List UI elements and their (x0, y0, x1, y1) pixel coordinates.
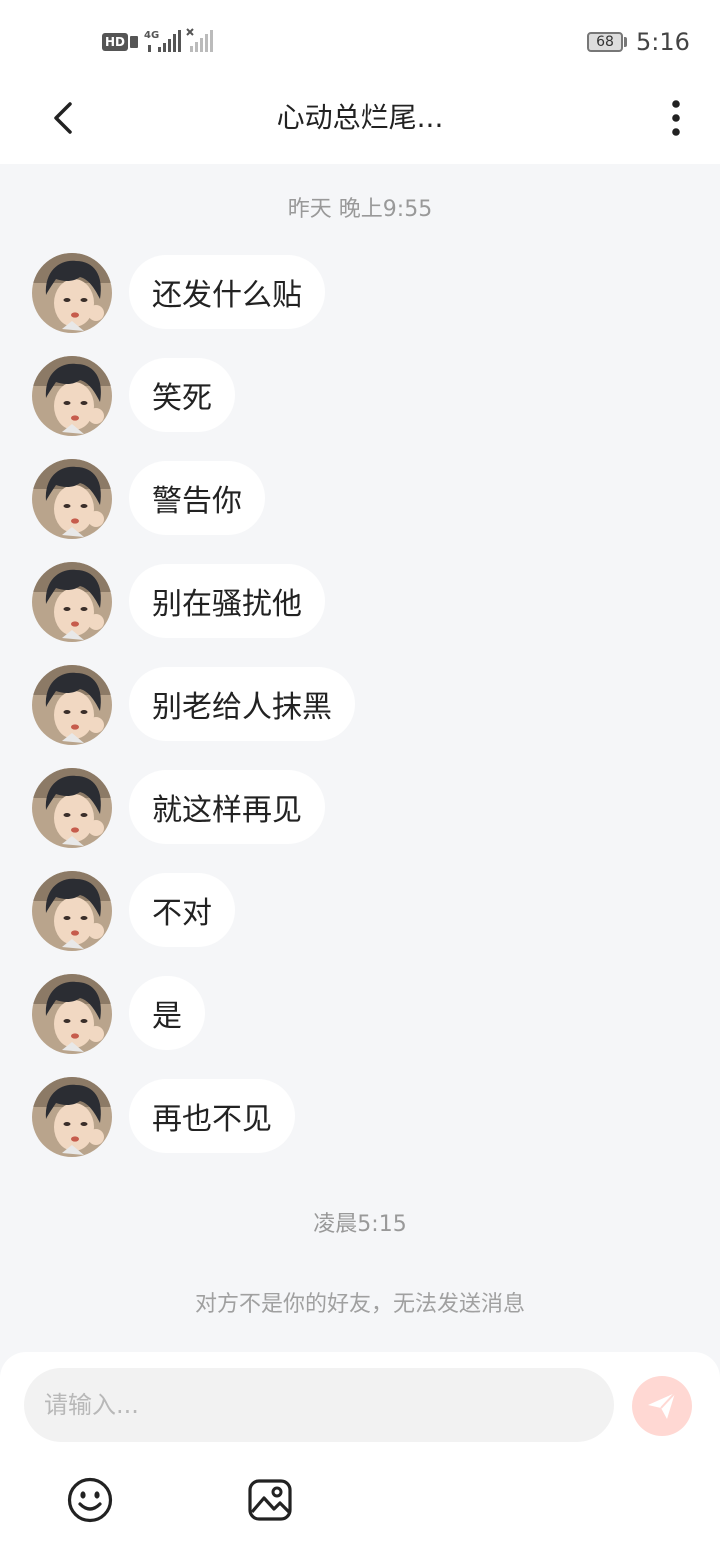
message-bubble[interactable]: 就这样再见 (129, 770, 325, 844)
avatar[interactable] (32, 768, 112, 848)
message-timestamp: 昨天 晚上9:55 (287, 197, 433, 222)
message-text: 别老给人抹黑 (152, 690, 332, 725)
avatar[interactable] (32, 871, 112, 951)
battery-tip (624, 37, 627, 47)
message-bubble[interactable]: 还发什么贴 (129, 255, 325, 329)
emoji-icon[interactable] (66, 1476, 114, 1524)
message-bubble[interactable]: 不对 (129, 873, 235, 947)
avatar-image (32, 459, 112, 539)
message-text: 别在骚扰他 (152, 587, 302, 622)
cellular-signal-icon: 4G (144, 30, 181, 52)
message-input[interactable] (24, 1368, 614, 1442)
sim-icon (130, 36, 139, 48)
avatar[interactable] (32, 665, 112, 745)
avatar-image (32, 871, 112, 951)
avatar-image (32, 356, 112, 436)
input-panel (0, 1352, 720, 1560)
avatar[interactable] (32, 253, 112, 333)
system-notice: 对方不是你的好友，无法发送消息 (194, 1292, 525, 1317)
status-bar: HD 4G 68 5:16 (0, 0, 720, 84)
no-signal-icon (186, 28, 213, 52)
battery-icon: 68 (587, 32, 623, 52)
message-bubble[interactable]: 笑死 (129, 358, 235, 432)
message-text: 是 (152, 999, 182, 1034)
avatar[interactable] (32, 562, 112, 642)
message-bubble[interactable]: 是 (129, 976, 205, 1050)
message-bubble[interactable]: 警告你 (129, 461, 265, 535)
message-text: 警告你 (152, 484, 242, 519)
message-timestamp: 凌晨5:15 (313, 1212, 407, 1237)
avatar-image (32, 974, 112, 1054)
message-text: 再也不见 (152, 1102, 272, 1137)
send-icon (648, 1392, 676, 1419)
message-text: 就这样再见 (152, 793, 302, 828)
message-text: 不对 (152, 896, 212, 931)
message-bubble[interactable]: 别老给人抹黑 (129, 667, 355, 741)
avatar[interactable] (32, 974, 112, 1054)
avatar-image (32, 665, 112, 745)
page-title: 心动总烂尾... (276, 101, 444, 134)
avatar-image (32, 562, 112, 642)
avatar[interactable] (32, 459, 112, 539)
more-vertical-icon[interactable] (660, 96, 692, 140)
avatar-image (32, 768, 112, 848)
avatar[interactable] (32, 356, 112, 436)
hd-label: HD (102, 33, 129, 51)
status-time: 5:16 (636, 28, 690, 56)
hd-voice-icon: HD (102, 33, 139, 51)
battery-level: 68 (596, 34, 614, 50)
message-bubble[interactable]: 再也不见 (129, 1079, 295, 1153)
message-text: 还发什么贴 (152, 278, 302, 313)
message-text: 笑死 (152, 381, 212, 416)
avatar[interactable] (32, 1077, 112, 1157)
image-icon[interactable] (246, 1476, 294, 1524)
send-button[interactable] (632, 1376, 692, 1436)
avatar-image (32, 253, 112, 333)
avatar-image (32, 1077, 112, 1157)
chat-header: 心动总烂尾... (0, 84, 720, 164)
message-bubble[interactable]: 别在骚扰他 (129, 564, 325, 638)
network-label: 4G (144, 30, 159, 41)
